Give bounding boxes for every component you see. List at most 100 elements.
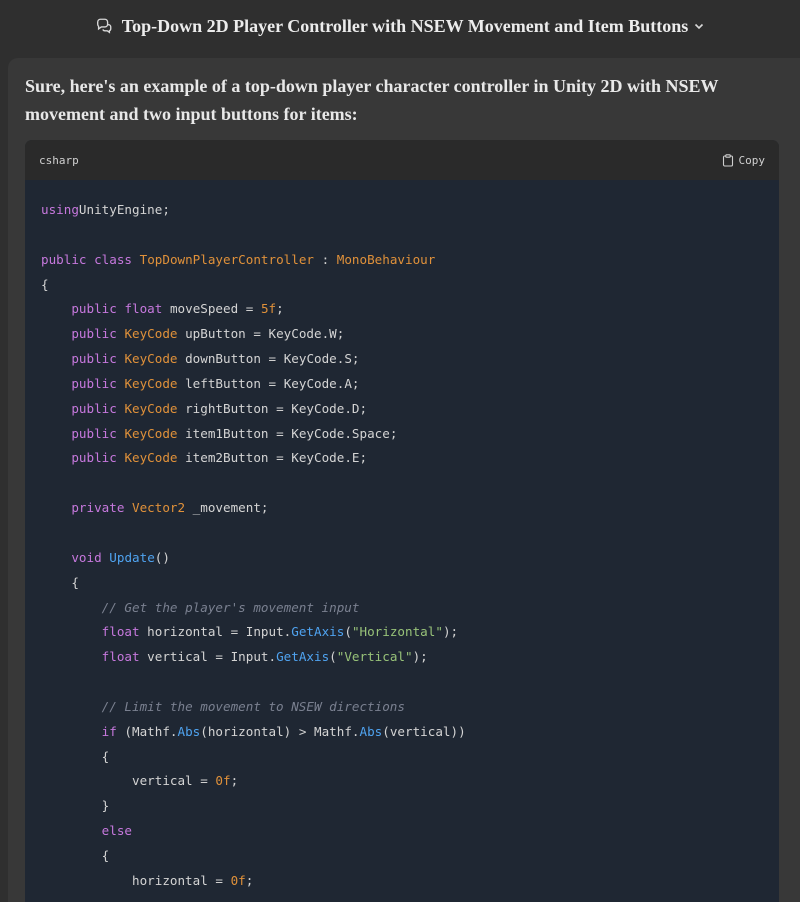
type-token: KeyCode bbox=[124, 400, 178, 416]
code-token: ( bbox=[329, 649, 337, 665]
code-line: if (Mathf.Abs(horizontal) > Mathf.Abs(ve… bbox=[41, 720, 763, 745]
function-token: GetAxis bbox=[291, 624, 345, 640]
message-intro-text: Sure, here's an example of a top-down pl… bbox=[25, 76, 719, 124]
operator-token: = bbox=[276, 400, 284, 416]
operator-token: = bbox=[268, 351, 277, 367]
code-line: public KeyCode rightButton = KeyCode.D; bbox=[41, 397, 763, 422]
operator-token: = bbox=[276, 450, 284, 466]
type-token: Vector2 bbox=[132, 500, 186, 516]
keyword-token: float bbox=[101, 624, 140, 640]
type-token: KeyCode bbox=[124, 375, 178, 391]
code-token: vertical bbox=[139, 649, 216, 665]
code-line: } bbox=[41, 794, 763, 819]
code-line: public KeyCode leftButton = KeyCode.A; bbox=[41, 372, 763, 397]
code-line: public class TopDownPlayerController : M… bbox=[41, 248, 763, 273]
code-token: ; bbox=[245, 872, 254, 888]
operator-token: = bbox=[215, 649, 224, 665]
code-line: public KeyCode downButton = KeyCode.S; bbox=[41, 347, 763, 372]
code-block: csharp Copy usingUnityEngine; public cla… bbox=[25, 140, 779, 902]
code-line: public KeyCode item1Button = KeyCode.Spa… bbox=[41, 422, 763, 447]
keyword-token: if bbox=[101, 723, 117, 739]
chat-bubbles-icon bbox=[96, 18, 112, 34]
code-token: item1Button bbox=[177, 425, 277, 441]
code-line: vertical = 0f; bbox=[41, 769, 763, 794]
code-token: Mathf. bbox=[306, 723, 360, 739]
code-token: (vertical)) bbox=[382, 723, 466, 739]
type-token: KeyCode bbox=[124, 450, 178, 466]
code-token: UnityEngine; bbox=[78, 202, 170, 217]
code-line: // Get the player's movement input bbox=[41, 596, 763, 621]
code-token: { bbox=[41, 748, 110, 764]
code-token: ); bbox=[412, 649, 428, 665]
keyword-token: private bbox=[71, 500, 125, 516]
keyword-token: using bbox=[41, 202, 79, 217]
code-line: { bbox=[41, 745, 763, 770]
type-token: MonoBehaviour bbox=[336, 251, 436, 267]
copy-code-button[interactable]: Copy bbox=[722, 153, 766, 167]
keyword-token: public bbox=[41, 251, 87, 267]
code-token: vertical bbox=[41, 773, 201, 789]
type-token: TopDownPlayerController bbox=[139, 251, 314, 267]
chevron-down-icon[interactable] bbox=[693, 20, 705, 32]
code-line: horizontal = 0f; bbox=[41, 869, 763, 894]
code-line: float vertical = Input.GetAxis("Vertical… bbox=[41, 645, 763, 670]
operator-token: : bbox=[314, 251, 337, 267]
function-token: Abs bbox=[359, 723, 383, 739]
code-token: KeyCode.E; bbox=[283, 450, 368, 466]
code-token: (horizontal) bbox=[200, 723, 299, 739]
keyword-token: public bbox=[71, 400, 117, 416]
string-token: "Horizontal" bbox=[351, 624, 443, 640]
code-token: () bbox=[154, 549, 170, 565]
function-token: Update bbox=[109, 549, 155, 565]
code-token: ; bbox=[276, 301, 284, 317]
operator-token: = bbox=[253, 326, 261, 342]
code-token: downButton bbox=[177, 351, 269, 367]
comment-token: // Limit the movement to NSEW directions bbox=[101, 698, 405, 714]
code-line: void Update() bbox=[41, 546, 763, 571]
code-token: ; bbox=[230, 773, 239, 789]
code-token: KeyCode.Space; bbox=[283, 425, 398, 441]
code-content: usingUnityEngine; public class TopDownPl… bbox=[25, 180, 779, 894]
code-token: ( bbox=[344, 624, 352, 640]
operator-token: = bbox=[215, 872, 223, 888]
keyword-token: void bbox=[71, 549, 102, 565]
number-token: 5f bbox=[260, 301, 277, 317]
code-token: rightButton bbox=[177, 400, 277, 416]
code-token: leftButton bbox=[177, 375, 269, 391]
type-token: KeyCode bbox=[124, 425, 178, 441]
code-line: private Vector2 _movement; bbox=[41, 496, 763, 521]
clipboard-icon bbox=[722, 153, 733, 167]
keyword-token: public bbox=[71, 450, 117, 466]
function-token: Abs bbox=[177, 723, 201, 739]
code-token: KeyCode.A; bbox=[276, 375, 360, 391]
code-block-header: csharp Copy bbox=[25, 140, 779, 180]
code-line: public float moveSpeed = 5f; bbox=[41, 297, 763, 322]
code-token: KeyCode.D; bbox=[283, 400, 368, 416]
conversation-title-bar[interactable]: Top-Down 2D Player Controller with NSEW … bbox=[0, 0, 800, 52]
keyword-token: float bbox=[124, 301, 163, 317]
code-line: { bbox=[41, 844, 763, 869]
code-token: horizontal bbox=[41, 872, 216, 888]
code-token: KeyCode.W; bbox=[260, 326, 345, 342]
code-token: horizontal bbox=[139, 624, 231, 640]
keyword-token: public bbox=[71, 301, 117, 317]
code-line: public KeyCode upButton = KeyCode.W; bbox=[41, 322, 763, 347]
copy-code-label: Copy bbox=[738, 153, 766, 167]
code-line: { bbox=[41, 571, 763, 596]
